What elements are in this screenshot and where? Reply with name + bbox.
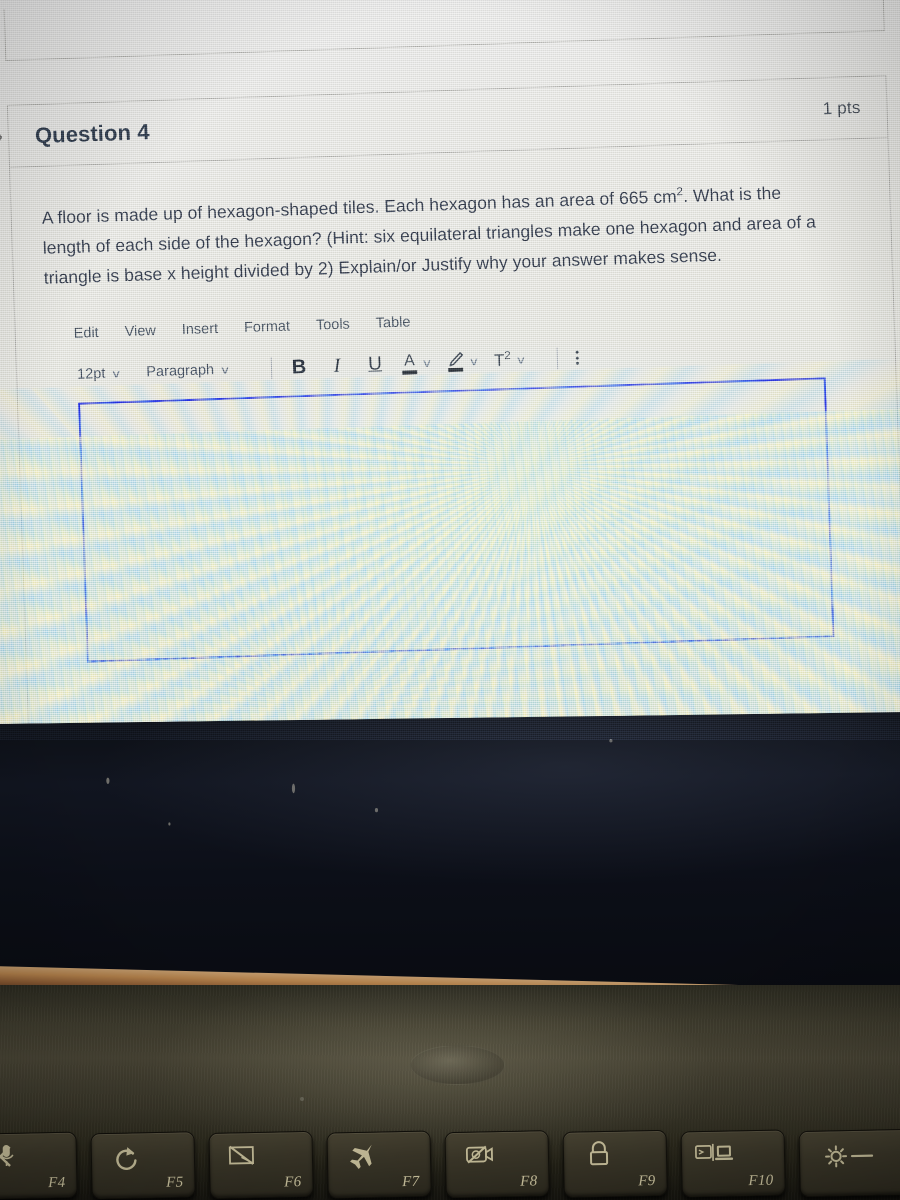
bezel-speck — [106, 777, 110, 784]
block-format-dropdown[interactable]: Paragraph ∨ — [146, 362, 231, 381]
menu-tools[interactable]: Tools — [316, 317, 350, 334]
question-text-tail: . — [682, 185, 689, 207]
menu-edit[interactable]: Edit — [73, 325, 99, 342]
block-format-value: Paragraph — [146, 362, 215, 381]
bezel-speck — [374, 807, 379, 813]
superscript-button[interactable]: T2 ∨ — [494, 349, 527, 371]
font-size-dropdown[interactable]: 12pt ∨ — [76, 366, 123, 384]
laptop-screen: ❯ Question 4 1 pts A floor is made up of… — [0, 0, 900, 740]
bezel-speck — [168, 822, 171, 826]
key-f4[interactable]: F4 — [0, 1131, 78, 1200]
question-title: Question 4 — [34, 118, 150, 148]
underline-button[interactable]: U — [364, 353, 387, 378]
italic-button[interactable]: I — [326, 354, 349, 379]
highlight-color-swatch — [448, 367, 464, 373]
key-f6[interactable]: F6 — [208, 1130, 314, 1199]
bezel-speck — [609, 739, 613, 743]
brightness-down-icon — [822, 1143, 875, 1170]
highlighter-pen-icon — [447, 352, 465, 373]
quiz-page: ❯ Question 4 1 pts A floor is made up of… — [0, 0, 900, 740]
menu-format[interactable]: Format — [244, 319, 290, 337]
bezel-speck — [291, 783, 296, 794]
pen-glyph — [449, 352, 464, 367]
lock-icon — [586, 1140, 613, 1169]
more-options-kebab-icon[interactable] — [575, 350, 580, 366]
key-f10[interactable]: F10 — [680, 1129, 786, 1198]
text-color-swatch — [402, 369, 418, 375]
question-points: 1 pts — [822, 97, 861, 118]
key-f8[interactable]: F8 — [444, 1130, 550, 1199]
text-color-letter: A — [403, 352, 416, 370]
touchpad-off-icon — [226, 1143, 259, 1170]
answer-textarea[interactable] — [78, 377, 835, 663]
deck-dimple — [410, 1045, 505, 1085]
photo-of-laptop-screen: ❯ Question 4 1 pts A floor is made up of… — [0, 0, 900, 1200]
font-size-value: 12pt — [76, 366, 106, 384]
key-f9-label: F9 — [638, 1172, 656, 1190]
highlight-color-button[interactable]: ∨ — [447, 351, 480, 373]
text-color-button[interactable]: A ∨ — [402, 352, 433, 375]
text-color-icon: A — [402, 352, 418, 375]
menu-view[interactable]: View — [124, 323, 156, 340]
laptop-bezel — [0, 711, 900, 1005]
menu-table[interactable]: Table — [376, 315, 411, 332]
key-f9[interactable]: F9 — [562, 1129, 668, 1198]
superscript-icon: T2 — [494, 350, 512, 371]
key-f5-label: F5 — [166, 1174, 184, 1191]
chevron-down-icon: ∨ — [515, 354, 527, 367]
toolbar-divider — [270, 357, 273, 380]
key-f8-label: F8 — [520, 1173, 538, 1190]
key-f4-label: F4 — [48, 1174, 66, 1192]
question-text: A floor is made up of hexagon-shaped til… — [41, 176, 834, 293]
key-brightness-down[interactable] — [798, 1128, 900, 1198]
microphone-mute-icon — [0, 1142, 18, 1171]
refresh-icon — [110, 1142, 141, 1171]
bold-button[interactable]: B — [288, 355, 311, 380]
toolbar-divider-2 — [556, 347, 559, 370]
deck-speck — [300, 1097, 304, 1101]
question-line-4: why your answer makes sense. — [476, 244, 723, 274]
camera-off-icon — [464, 1142, 495, 1169]
question-body: A floor is made up of hexagon-shaped til… — [10, 138, 900, 665]
key-f7[interactable]: F7 — [326, 1130, 432, 1199]
chevron-down-icon: ∨ — [421, 357, 433, 370]
menu-insert[interactable]: Insert — [182, 321, 219, 338]
superscript-exp: 2 — [504, 349, 511, 363]
display-switch-icon — [694, 1141, 735, 1168]
key-f10-label: F10 — [748, 1172, 774, 1190]
editor-menubar: Edit View Insert Format Tools Table — [45, 299, 863, 343]
chevron-down-icon: ∨ — [219, 364, 231, 377]
chevron-down-icon: ∨ — [468, 355, 480, 369]
question-card: ❯ Question 4 1 pts A floor is made up of… — [0, 75, 900, 740]
key-f7-label: F7 — [402, 1173, 420, 1191]
rich-text-editor: Edit View Insert Format Tools Table 12pt… — [45, 299, 874, 664]
function-key-row: F4 F5 F6 F7 F8 F9 F10 — [0, 1099, 900, 1200]
superscript-t: T — [493, 350, 505, 371]
key-f6-label: F6 — [284, 1174, 302, 1191]
chevron-down-icon: ∨ — [110, 368, 123, 381]
key-f5[interactable]: F5 — [90, 1131, 196, 1200]
chevron-right-icon[interactable]: ❯ — [0, 126, 5, 149]
previous-question-card-partial — [3, 0, 885, 62]
airplane-mode-icon — [346, 1142, 377, 1171]
